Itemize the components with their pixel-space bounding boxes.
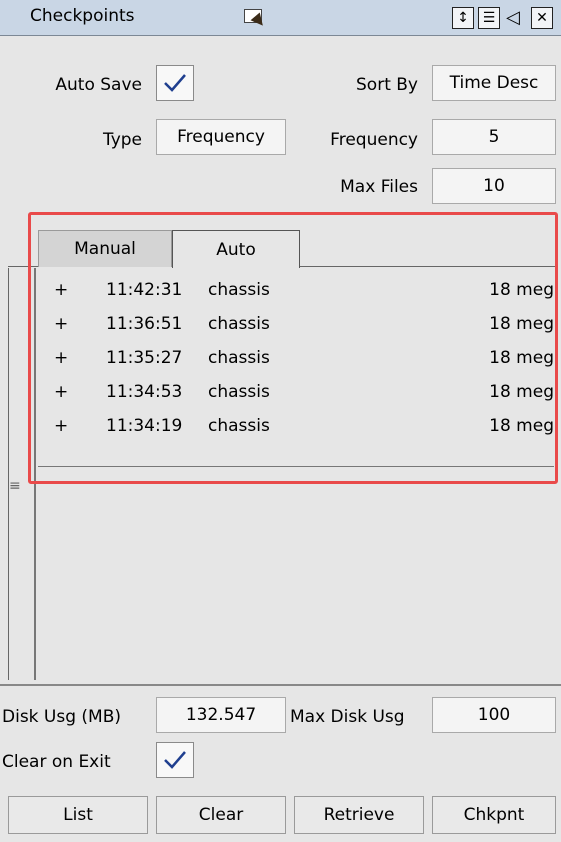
section-divider bbox=[0, 684, 561, 686]
checkpoint-time: 11:34:19 bbox=[106, 416, 183, 436]
checkpoint-size: 18 meg bbox=[489, 348, 554, 368]
type-label: Type bbox=[102, 130, 142, 150]
expand-icon[interactable]: + bbox=[54, 280, 68, 300]
checkpoint-size: 18 meg bbox=[489, 382, 554, 402]
list-button[interactable]: List bbox=[8, 796, 148, 834]
auto-save-label: Auto Save bbox=[55, 75, 142, 95]
splitter-grip-icon[interactable]: ≡ bbox=[9, 478, 21, 494]
checkpoint-row[interactable]: + 11:36:51 chassis 18 meg bbox=[38, 308, 554, 342]
expand-icon[interactable]: + bbox=[54, 382, 68, 402]
checkpoint-time: 11:42:31 bbox=[106, 280, 183, 300]
expand-icon[interactable]: + bbox=[54, 348, 68, 368]
auto-save-checkbox[interactable] bbox=[156, 65, 194, 101]
checkpoint-time: 11:35:27 bbox=[106, 348, 183, 368]
list-bottom-line bbox=[38, 466, 554, 467]
max-disk-usage-input[interactable]: 100 bbox=[432, 697, 556, 733]
checkpoint-name: chassis bbox=[208, 348, 270, 368]
checkpoint-time: 11:34:53 bbox=[106, 382, 183, 402]
max-files-label: Max Files bbox=[340, 177, 418, 197]
sort-by-select[interactable]: Time Desc bbox=[432, 65, 556, 101]
retrieve-button[interactable]: Retrieve bbox=[294, 796, 424, 834]
clear-on-exit-label: Clear on Exit bbox=[2, 752, 111, 772]
checkpoint-row[interactable]: + 11:35:27 chassis 18 meg bbox=[38, 342, 554, 376]
checkpoint-name: chassis bbox=[208, 382, 270, 402]
checkpoint-size: 18 meg bbox=[489, 416, 554, 436]
checkpoint-name: chassis bbox=[208, 314, 270, 334]
clear-on-exit-checkbox[interactable] bbox=[156, 742, 194, 778]
panel-title: Checkpoints bbox=[30, 6, 135, 26]
clear-button[interactable]: Clear bbox=[156, 796, 286, 834]
frequency-label: Frequency bbox=[330, 130, 418, 150]
sort-by-label: Sort By bbox=[356, 75, 418, 95]
checkmark-icon bbox=[164, 74, 186, 92]
checkpoint-name: chassis bbox=[208, 280, 270, 300]
checkpoint-size: 18 meg bbox=[489, 280, 554, 300]
side-splitter[interactable] bbox=[8, 268, 36, 680]
checkpoint-time: 11:36:51 bbox=[106, 314, 183, 334]
checkpoint-size: 18 meg bbox=[489, 314, 554, 334]
type-select[interactable]: Frequency bbox=[156, 119, 286, 155]
disk-usage-value: 132.547 bbox=[156, 697, 286, 733]
up-down-arrows-icon[interactable]: ↕ bbox=[452, 7, 474, 29]
tab-manual[interactable]: Manual bbox=[38, 230, 172, 267]
tab-auto[interactable]: Auto bbox=[172, 230, 300, 268]
expand-icon[interactable]: + bbox=[54, 314, 68, 334]
list-icon[interactable]: ☰ bbox=[478, 7, 500, 29]
collapse-left-icon[interactable]: ◁ bbox=[506, 7, 520, 28]
frequency-input[interactable]: 5 bbox=[432, 119, 556, 155]
float-icon[interactable] bbox=[244, 9, 268, 30]
checkpoint-row[interactable]: + 11:34:19 chassis 18 meg bbox=[38, 410, 554, 444]
close-box-icon[interactable]: ✕ bbox=[531, 7, 553, 29]
expand-icon[interactable]: + bbox=[54, 416, 68, 436]
disk-usage-label: Disk Usg (MB) bbox=[2, 707, 122, 727]
checkmark-icon bbox=[164, 751, 186, 769]
checkpoint-row[interactable]: + 11:42:31 chassis 18 meg bbox=[38, 274, 554, 308]
checkpoint-row[interactable]: + 11:34:53 chassis 18 meg bbox=[38, 376, 554, 410]
max-disk-usage-label: Max Disk Usg bbox=[290, 707, 405, 727]
checkpoint-name: chassis bbox=[208, 416, 270, 436]
checkpoint-button[interactable]: Chkpnt bbox=[432, 796, 556, 834]
max-files-input[interactable]: 10 bbox=[432, 168, 556, 204]
